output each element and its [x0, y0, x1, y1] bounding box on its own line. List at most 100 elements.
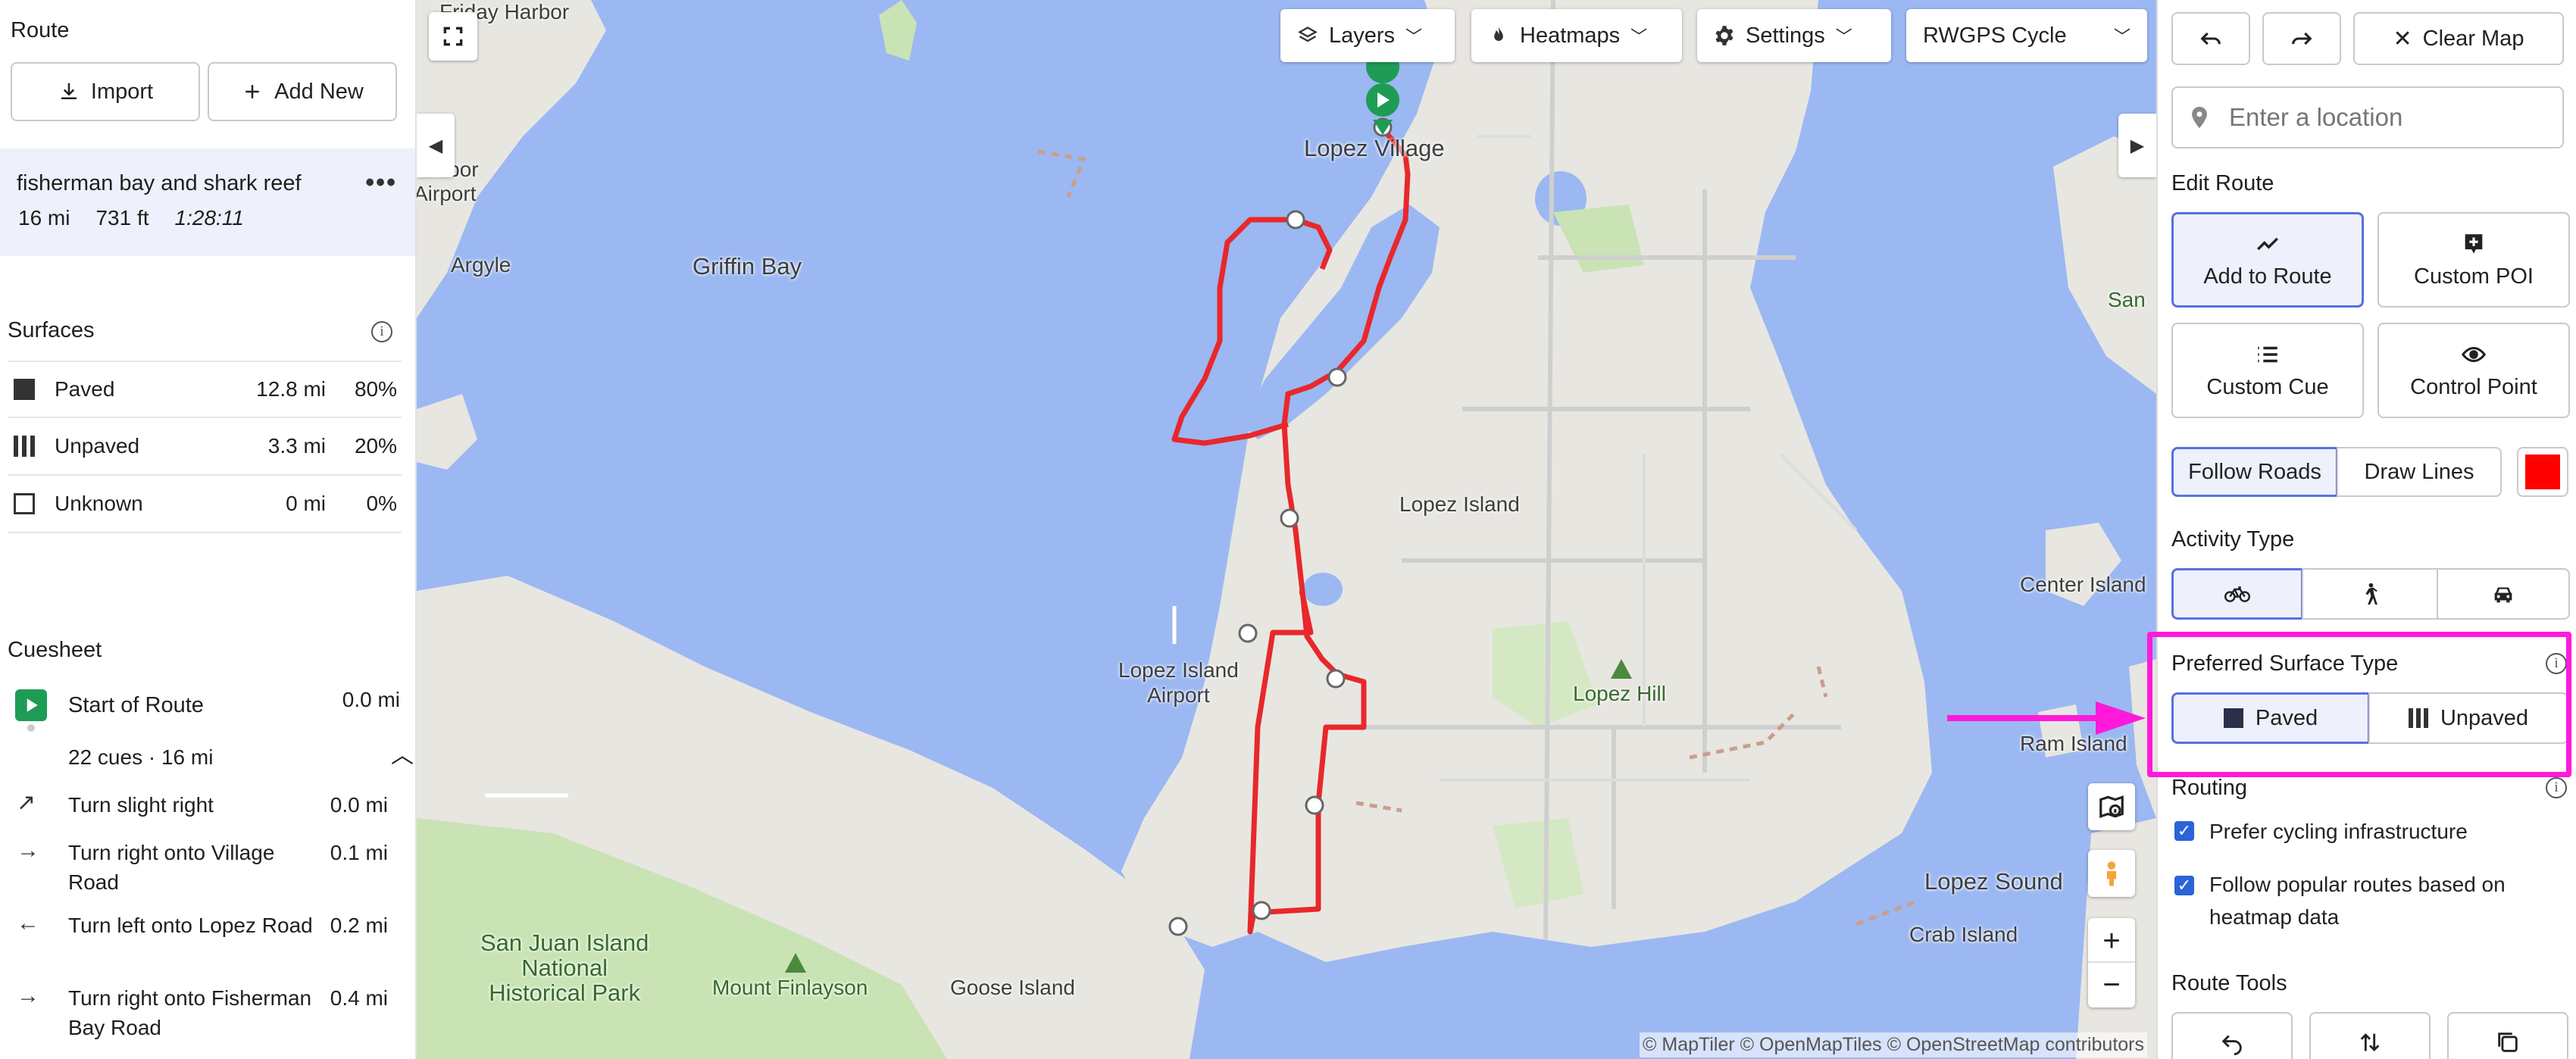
swap-vertical-icon — [2360, 1033, 2380, 1051]
control-point-button[interactable]: Control Point — [2377, 323, 2570, 418]
reverse-route-button[interactable] — [2171, 1012, 2293, 1059]
more-options-icon[interactable]: ••• — [365, 168, 397, 198]
annotation-arrow-icon — [1947, 701, 2146, 735]
cue-text: Turn right onto Village Road — [68, 841, 275, 894]
import-label: Import — [90, 79, 154, 104]
zoom-out-button[interactable]: − — [2088, 963, 2135, 1007]
map-style-label: RWGPS Cycle — [1923, 23, 2067, 48]
surface-name: Paved — [55, 377, 115, 401]
activity-walk-button[interactable] — [2302, 568, 2438, 620]
map-info-button[interactable] — [2088, 783, 2135, 830]
add-to-route-label: Add to Route — [2203, 264, 2332, 289]
copy-route-button[interactable] — [2447, 1012, 2568, 1059]
cue-text: Start of Route — [68, 693, 204, 717]
map-attribution[interactable]: © MapTiler © OpenMapTiles © OpenStreetMa… — [1640, 1032, 2147, 1057]
left-panel: Route Import Add New fisherman bay and s… — [0, 0, 417, 1059]
import-button[interactable]: Import — [11, 62, 200, 121]
surface-name: Unknown — [55, 492, 143, 515]
route-color-button[interactable] — [2517, 447, 2568, 497]
cue-summary[interactable]: 22 cues · 16 mi ︿ — [0, 741, 415, 771]
activity-car-button[interactable] — [2437, 568, 2570, 620]
color-swatch — [2525, 455, 2560, 489]
edit-route-heading: Edit Route — [2171, 171, 2274, 195]
surface-unpaved-button[interactable]: Unpaved — [2368, 692, 2568, 744]
follow-popular-checkbox[interactable]: ✓ — [2174, 876, 2194, 895]
map-base-layer — [417, 0, 2156, 1059]
unknown-swatch-icon — [14, 493, 35, 514]
cue-item[interactable]: ← Turn left onto Lopez Road 0.2 mi — [0, 911, 415, 971]
add-new-button[interactable]: Add New — [208, 62, 397, 121]
surface-distance: 3.3 mi — [267, 434, 326, 458]
surfaces-heading: Surfaces — [8, 318, 95, 342]
route-duration: 1:28:11 — [174, 206, 244, 230]
info-icon[interactable]: i — [2546, 653, 2567, 674]
start-flag-icon — [15, 689, 47, 721]
map-label-griffin-bay: Griffin Bay — [692, 253, 802, 280]
fullscreen-button[interactable] — [429, 12, 477, 61]
chevron-down-icon: ﹀ — [2113, 27, 2131, 46]
info-icon[interactable]: i — [2546, 777, 2567, 798]
location-input[interactable] — [2229, 103, 2532, 132]
chevron-up-icon[interactable]: ︿ — [391, 741, 414, 770]
custom-cue-label: Custom Cue — [2206, 374, 2329, 399]
settings-button[interactable]: Settings ﹀ — [1697, 9, 1891, 62]
follow-popular-label[interactable]: Follow popular routes based on heatmap d… — [2209, 868, 2543, 933]
surface-percent: 80% — [354, 377, 397, 401]
custom-poi-button[interactable]: Custom POI — [2377, 212, 2570, 308]
location-search[interactable] — [2171, 86, 2564, 148]
map-label-lopez-island: Lopez Island — [1399, 492, 1520, 516]
map-style-select[interactable]: RWGPS Cycle ﹀ — [1906, 9, 2147, 62]
map-label-argyle: Argyle — [451, 253, 511, 276]
heatmaps-button[interactable]: Heatmaps ﹀ — [1471, 9, 1682, 62]
prefer-cycling-label[interactable]: Prefer cycling infrastructure — [2209, 815, 2543, 848]
walking-icon — [2365, 583, 2377, 605]
undo-button[interactable] — [2171, 12, 2250, 65]
add-new-label: Add New — [274, 79, 364, 104]
chevron-down-icon: ﹀ — [1630, 27, 1648, 46]
cue-start[interactable]: Start of Route 0.0 mi — [0, 688, 415, 721]
map-label-mount-finlayson: Mount Finlayson — [712, 976, 868, 999]
arrow-left-icon: ← — [17, 911, 39, 936]
map-canvas[interactable]: Friday Harbor Harbor Airport Argyle Grif… — [417, 0, 2156, 1059]
clear-map-button[interactable]: ✕ Clear Map — [2353, 12, 2564, 65]
redo-button[interactable] — [2262, 12, 2341, 65]
route-distance: 16 mi — [18, 206, 70, 230]
undo-icon — [2200, 32, 2221, 45]
follow-roads-button[interactable]: Follow Roads — [2171, 447, 2338, 497]
draw-lines-label: Draw Lines — [2364, 459, 2474, 484]
layers-label: Layers — [1329, 23, 1396, 48]
arrow-right-icon: → — [17, 983, 39, 1008]
add-to-route-button[interactable]: Add to Route — [2171, 212, 2364, 308]
prefer-cycling-checkbox[interactable]: ✓ — [2174, 821, 2194, 841]
layers-button[interactable]: Layers ﹀ — [1280, 9, 1455, 62]
map-label-crab-island: Crab Island — [1909, 923, 2018, 946]
info-icon[interactable]: i — [371, 321, 392, 342]
cue-item[interactable]: → Turn right onto Fisherman Bay Road 0.4… — [0, 983, 415, 1044]
surface-paved-button[interactable]: Paved — [2171, 692, 2370, 744]
cue-item[interactable]: → Turn right onto Village Road 0.1 mi — [0, 838, 415, 898]
unpaved-bars-icon — [2408, 708, 2428, 728]
surface-percent: 20% — [354, 434, 397, 458]
clear-map-label: Clear Map — [2422, 26, 2524, 51]
collapse-left-panel-button[interactable]: ◀ — [417, 114, 455, 177]
unpaved-label: Unpaved — [2440, 705, 2529, 730]
surface-name: Unpaved — [55, 434, 140, 458]
draw-lines-button[interactable]: Draw Lines — [2337, 447, 2502, 497]
cue-text: Turn slight right — [68, 793, 214, 817]
cue-distance: 0.4 mi — [330, 986, 388, 1010]
street-view-button[interactable] — [2088, 850, 2135, 897]
gear-icon — [1715, 26, 1733, 45]
collapse-right-panel-button[interactable]: ▶ — [2118, 114, 2156, 177]
follow-roads-label: Follow Roads — [2188, 459, 2321, 484]
map-label-center-island: Center Island — [2020, 573, 2146, 596]
out-and-back-button[interactable] — [2309, 1012, 2431, 1059]
surface-distance: 0 mi — [286, 492, 326, 515]
zoom-in-button[interactable]: + — [2088, 919, 2135, 963]
route-card[interactable]: fisherman bay and shark reef 16 mi 731 f… — [0, 148, 415, 256]
surface-distance: 12.8 mi — [256, 377, 326, 401]
custom-cue-button[interactable]: Custom Cue — [2171, 323, 2364, 418]
activity-bike-button[interactable] — [2171, 568, 2303, 620]
back-arrow-icon — [2221, 1035, 2242, 1055]
map-label-lopez-hill: Lopez Hill — [1573, 682, 1666, 705]
cue-item[interactable]: ↗ Turn slight right 0.0 mi — [0, 790, 415, 820]
